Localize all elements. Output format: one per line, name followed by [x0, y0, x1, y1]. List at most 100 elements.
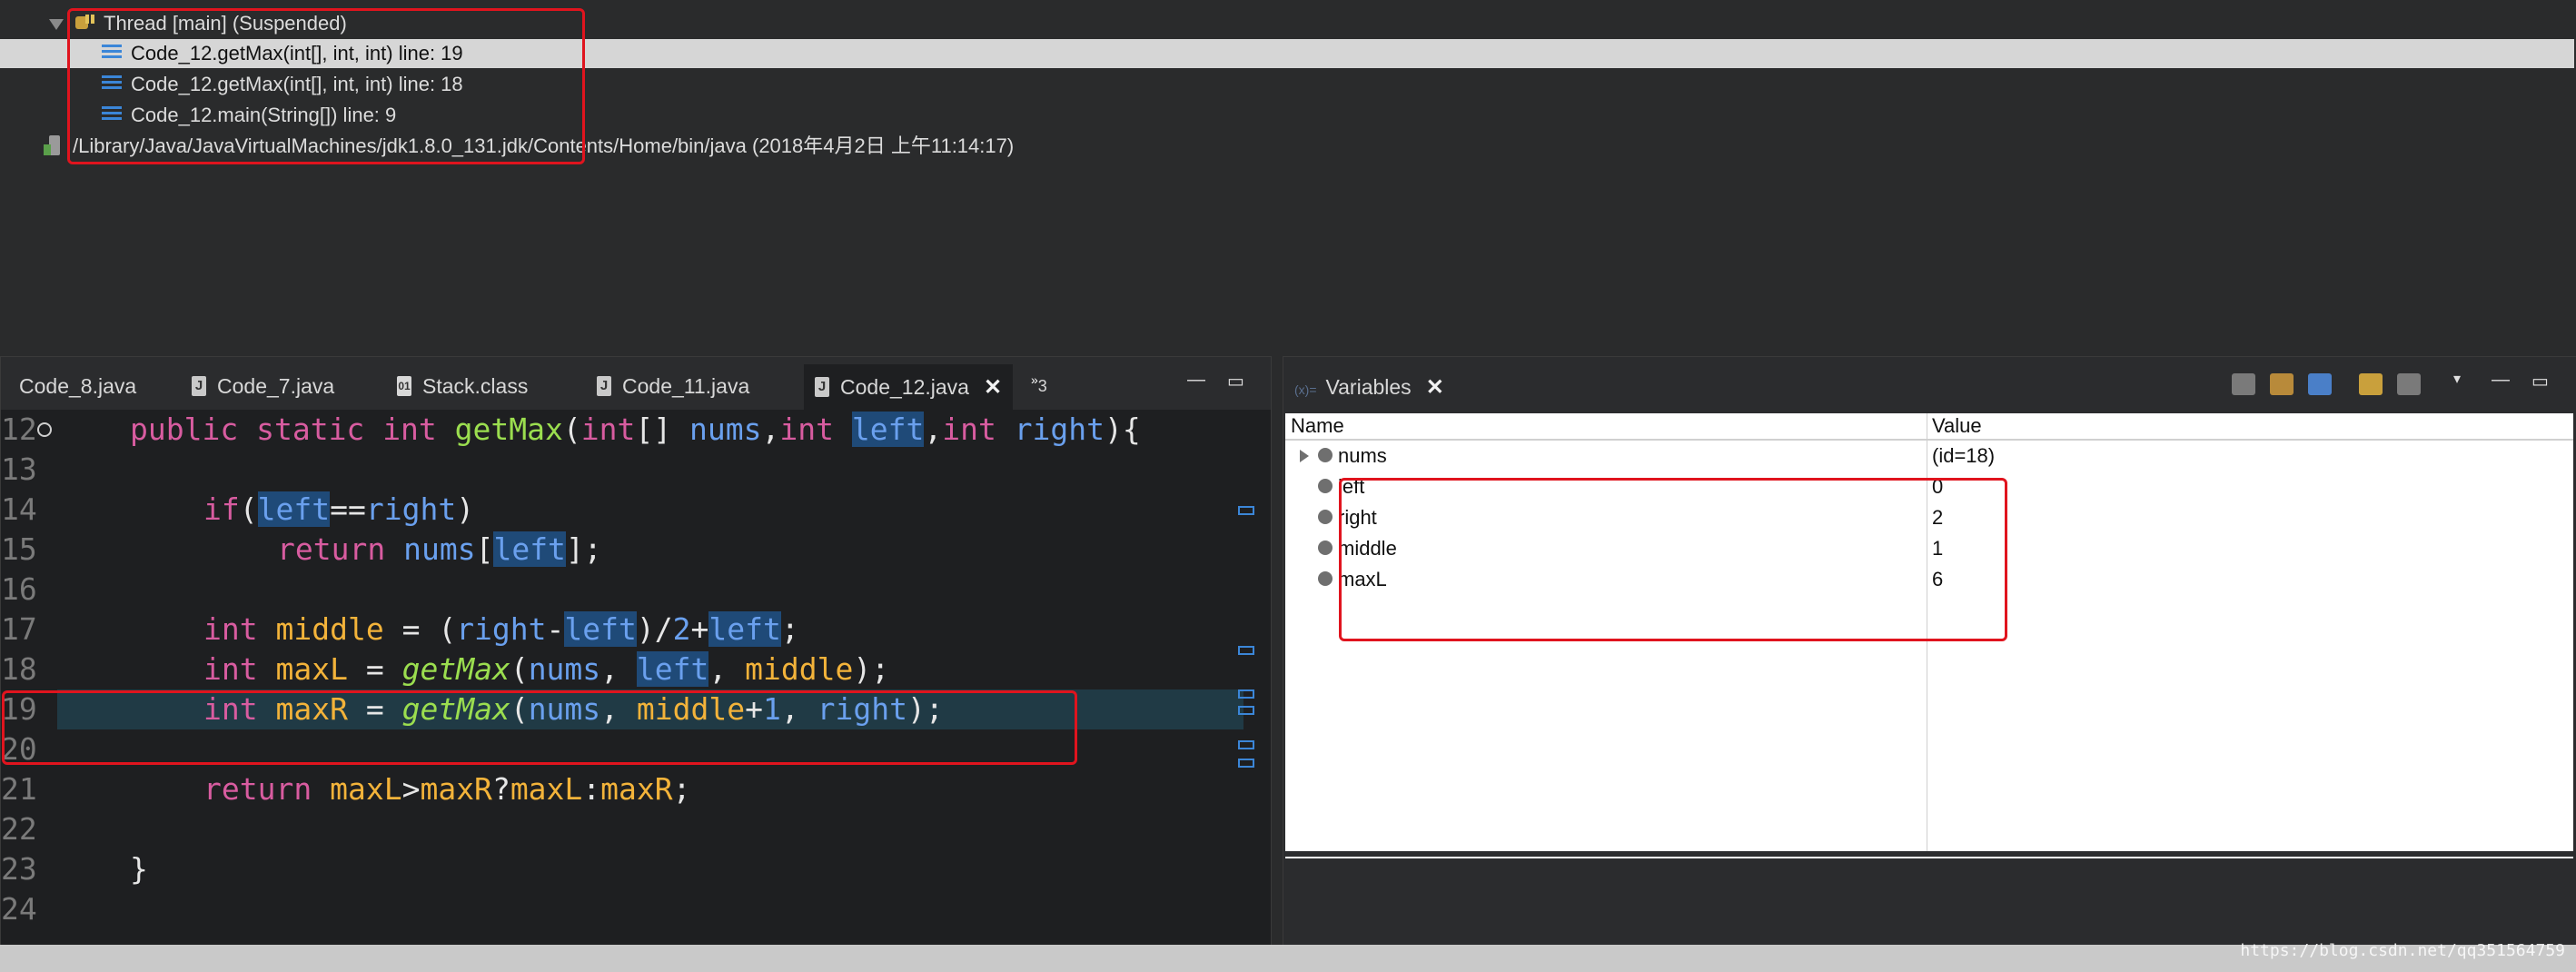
- stack-frame-row[interactable]: Code_12.getMax(int[], int, int) line: 19: [0, 39, 2574, 68]
- tab-label: Stack.class: [422, 374, 529, 398]
- tab-overflow[interactable]: »3: [1031, 370, 1047, 402]
- tab-code-11[interactable]: J Code_11.java: [597, 370, 749, 402]
- maximize-icon[interactable]: ▭: [2531, 370, 2549, 392]
- variable-row[interactable]: middle 1: [1285, 533, 2573, 564]
- code-line: 24: [1, 889, 1245, 929]
- editor-tab-bar: Code_8.java J Code_7.java 01 Stack.class J…: [1, 357, 1271, 410]
- overview-ruler-marker[interactable]: [1238, 689, 1254, 699]
- overview-ruler-marker[interactable]: [1238, 646, 1254, 655]
- overview-ruler-marker[interactable]: [1238, 706, 1254, 715]
- stack-frame-label: Code_12.getMax(int[], int, int) line: 18: [131, 73, 463, 95]
- tab-stack-class[interactable]: 01 Stack.class: [397, 370, 528, 402]
- code-line: 13: [1, 450, 1245, 490]
- variable-name: right: [1338, 506, 1377, 529]
- code-area[interactable]: 12 public static int getMax(int[] nums,in…: [1, 410, 1271, 946]
- collapse-fold-icon[interactable]: [37, 422, 52, 437]
- process-label: /Library/Java/JavaVirtualMachines/jdk1.8…: [73, 134, 1015, 157]
- minimize-icon[interactable]: —: [1187, 370, 1205, 391]
- variable-name: middle: [1338, 537, 1397, 560]
- view-menu-icon[interactable]: ▾: [2453, 370, 2461, 388]
- line-number: 14: [1, 491, 37, 527]
- code-line: 22: [1, 809, 1245, 849]
- expand-triangle-icon[interactable]: [49, 19, 64, 31]
- java-file-icon: J: [815, 376, 829, 397]
- variable-row[interactable]: right 2: [1285, 502, 2573, 533]
- variable-name: nums: [1338, 444, 1387, 467]
- variable-value: 0: [1932, 475, 1944, 498]
- thread-label: Thread [main] (Suspended): [104, 12, 347, 35]
- code-editor: Code_8.java J Code_7.java 01 Stack.class J…: [0, 356, 1272, 947]
- column-header-name[interactable]: Name: [1291, 413, 1344, 439]
- line-number: 19: [1, 691, 37, 727]
- line-number: 13: [1, 451, 37, 487]
- code-line-current: 19 int maxR = getMax(nums, middle+1, righ…: [1, 689, 1245, 729]
- collapse-all-icon[interactable]: [2308, 373, 2332, 395]
- remove-icon[interactable]: [2397, 373, 2421, 395]
- code-line: 17 int middle = (right-left)/2+left;: [1, 610, 1245, 650]
- show-type-names-icon[interactable]: [2232, 373, 2255, 395]
- local-variable-icon: [1318, 571, 1333, 586]
- tab-label: Code_12.java: [840, 375, 969, 399]
- thread-node[interactable]: Thread [main] (Suspended): [49, 9, 347, 38]
- variables-view: (x)= Variables ✕ ▾ — ▭ Name Value nums (id=…: [1283, 356, 2576, 947]
- stack-frame-row[interactable]: Code_12.main(String[]) line: 9: [102, 101, 396, 130]
- watermark: https://blog.csdn.net/qq351564759: [2240, 941, 2565, 960]
- line-number: 17: [1, 611, 37, 647]
- expand-arrow-icon[interactable]: [1300, 450, 1309, 462]
- code-line: 14 if(left==right): [1, 490, 1245, 530]
- line-number: 23: [1, 851, 37, 887]
- tab-code-7[interactable]: J Code_7.java: [192, 370, 334, 402]
- java-file-icon: J: [597, 375, 611, 396]
- class-file-icon: 01: [397, 375, 411, 396]
- overview-ruler-marker[interactable]: [1238, 759, 1254, 768]
- variable-row[interactable]: left 0: [1285, 471, 2573, 502]
- code-line: 12 public static int getMax(int[] nums,in…: [1, 410, 1245, 450]
- code-line: 23}: [1, 849, 1245, 889]
- line-number: 20: [1, 731, 37, 767]
- variable-value: 2: [1932, 506, 1944, 529]
- minimize-icon[interactable]: —: [2492, 370, 2510, 391]
- variable-name: left: [1338, 475, 1365, 498]
- local-variable-icon: [1318, 479, 1333, 493]
- code-line: 21 return maxL>maxR?maxL:maxR;: [1, 769, 1245, 809]
- stack-frame-icon: [102, 106, 122, 123]
- close-tab-icon[interactable]: ✕: [1426, 365, 1444, 411]
- java-process-icon: [44, 135, 60, 156]
- tab-variables[interactable]: (x)= Variables ✕: [1283, 364, 1455, 410]
- tab-label: Code_8.java: [19, 374, 137, 398]
- overview-ruler-marker[interactable]: [1238, 506, 1254, 515]
- show-logical-structure-icon[interactable]: [2270, 373, 2294, 395]
- tab-code-8[interactable]: Code_8.java: [19, 370, 136, 402]
- local-variable-icon: [1318, 510, 1333, 524]
- variable-row[interactable]: nums (id=18): [1285, 441, 2573, 471]
- overflow-icon: »: [1031, 372, 1038, 387]
- line-number: 12: [1, 412, 37, 447]
- add-watch-icon[interactable]: [2359, 373, 2383, 395]
- variable-detail-pane[interactable]: [1285, 857, 2573, 946]
- stack-frame-icon: [102, 75, 122, 92]
- overflow-count: 3: [1037, 377, 1047, 395]
- tab-label: Code_11.java: [622, 374, 750, 398]
- close-tab-icon[interactable]: ✕: [984, 365, 1002, 411]
- line-number: 24: [1, 891, 37, 927]
- column-header-value[interactable]: Value: [1932, 413, 1982, 439]
- line-number: 16: [1, 571, 37, 607]
- line-number: 18: [1, 651, 37, 687]
- process-node[interactable]: /Library/Java/JavaVirtualMachines/jdk1.8…: [42, 132, 1014, 161]
- local-variable-icon: [1318, 448, 1333, 462]
- tab-code-12[interactable]: J Code_12.java ✕: [804, 364, 1014, 411]
- code-line: 15 return nums[left];: [1, 530, 1245, 570]
- stack-frame-icon: [102, 45, 122, 61]
- stack-frame-label: Code_12.main(String[]) line: 9: [131, 104, 397, 126]
- thread-suspended-icon: [75, 15, 94, 30]
- overview-ruler-marker[interactable]: [1238, 740, 1254, 749]
- variable-row[interactable]: maxL 6: [1285, 564, 2573, 595]
- line-number: 22: [1, 811, 37, 847]
- local-variable-icon: [1318, 541, 1333, 555]
- code-line: 20: [1, 729, 1245, 769]
- maximize-icon[interactable]: ▭: [1227, 370, 1244, 392]
- code-line: 16: [1, 570, 1245, 610]
- tab-label: Variables: [1325, 375, 1412, 399]
- line-number: 15: [1, 531, 37, 567]
- stack-frame-row[interactable]: Code_12.getMax(int[], int, int) line: 18: [102, 70, 463, 99]
